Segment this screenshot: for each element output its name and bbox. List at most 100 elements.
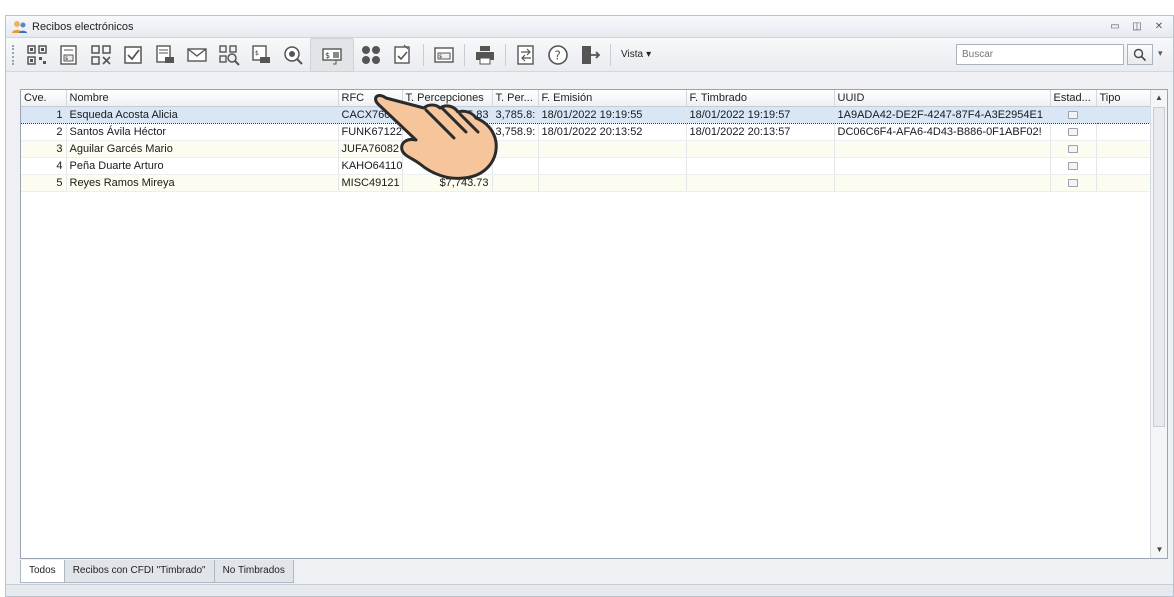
tab-no-timbrados[interactable]: No Timbrados bbox=[213, 560, 294, 583]
cell-t-percepciones: $3,758.92 bbox=[402, 123, 493, 141]
qr-search-button[interactable] bbox=[216, 42, 242, 68]
cash-button[interactable]: $ bbox=[431, 42, 457, 68]
pending-icon bbox=[1068, 144, 1078, 153]
cell-t-per: 3,785.8: bbox=[492, 105, 539, 124]
group-button[interactable] bbox=[358, 42, 384, 68]
preview-button[interactable] bbox=[280, 42, 306, 68]
cash-icon: $ bbox=[434, 46, 454, 63]
column-header-f-emision[interactable]: F. Emisión bbox=[538, 90, 687, 107]
transfer-button[interactable] bbox=[513, 42, 539, 68]
search-button[interactable] bbox=[1127, 44, 1153, 65]
print-receipt-icon bbox=[156, 44, 174, 63]
table-row[interactable]: 3 Aguilar Garcés Mario JUFA76082 bbox=[21, 140, 1152, 158]
cell-tipo bbox=[1096, 140, 1152, 158]
restore-button[interactable]: ◫ bbox=[1129, 20, 1145, 34]
print-button[interactable] bbox=[472, 42, 498, 68]
cell-tipo bbox=[1096, 174, 1152, 192]
cell-nombre: Esqueda Acosta Alicia bbox=[66, 105, 339, 124]
column-header-uuid[interactable]: UUID bbox=[834, 90, 1051, 107]
transfer-icon bbox=[517, 44, 534, 65]
column-header-estado[interactable]: Estad... bbox=[1050, 90, 1097, 107]
qr-code-icon bbox=[27, 44, 47, 65]
cell-cve: 5 bbox=[21, 174, 67, 192]
cell-tipo bbox=[1096, 157, 1152, 175]
verify-button[interactable] bbox=[120, 42, 146, 68]
qr-cancel-button[interactable] bbox=[88, 42, 114, 68]
pending-icon bbox=[1068, 178, 1078, 187]
svg-text:$: $ bbox=[65, 56, 68, 62]
cell-t-per: 3,758.9: bbox=[492, 123, 539, 141]
print-receipt-button[interactable] bbox=[152, 42, 178, 68]
table-row[interactable]: 4 Peña Duarte Arturo KAHO64110 32 bbox=[21, 157, 1152, 175]
export-check-button[interactable] bbox=[390, 42, 416, 68]
toolbar-separator bbox=[423, 43, 424, 66]
column-header-f-timbrado[interactable]: F. Timbrado bbox=[686, 90, 835, 107]
group-dots-icon bbox=[362, 45, 380, 64]
toolbar-overflow-icon[interactable]: ▾ bbox=[1158, 48, 1163, 59]
stamp-receipt-button[interactable]: $ bbox=[310, 37, 354, 72]
cell-f-emision bbox=[538, 174, 687, 192]
vertical-scrollbar[interactable]: ▲ ▼ bbox=[1150, 90, 1167, 558]
view-menu-label: Vista bbox=[621, 49, 644, 60]
cell-nombre: Aguilar Garcés Mario bbox=[66, 140, 339, 158]
column-header-t-per[interactable]: T. Per... bbox=[492, 90, 539, 107]
table-row[interactable]: 5 Reyes Ramos Mireya MISC49121 $7,743.73 bbox=[21, 174, 1152, 192]
email-button[interactable] bbox=[184, 42, 210, 68]
column-header-nombre[interactable]: Nombre bbox=[66, 90, 339, 107]
receipts-grid: Cve. Nombre RFC T. Percepciones T. Per..… bbox=[20, 89, 1168, 559]
filter-tabs: Todos Recibos con CFDI "Timbrado" No Tim… bbox=[20, 560, 294, 584]
cell-estado bbox=[1050, 157, 1097, 175]
pending-icon bbox=[1068, 161, 1078, 170]
toolbar-grip[interactable] bbox=[12, 44, 15, 65]
cell-f-emision: 18/01/2022 20:13:52 bbox=[538, 123, 687, 141]
cell-rfc: JUFA76082 bbox=[338, 140, 403, 158]
scroll-up-icon[interactable]: ▲ bbox=[1151, 90, 1167, 106]
cell-cve: 1 bbox=[21, 105, 67, 124]
help-icon: ? bbox=[548, 44, 568, 65]
minimize-button[interactable]: ▭ bbox=[1107, 20, 1123, 34]
cell-t-percepciones: 32 bbox=[402, 157, 493, 175]
scroll-thumb[interactable] bbox=[1153, 107, 1165, 427]
close-button[interactable]: ✕ bbox=[1151, 20, 1167, 34]
tab-timbrados[interactable]: Recibos con CFDI "Timbrado" bbox=[63, 560, 215, 583]
cell-f-timbrado: 18/01/2022 20:13:57 bbox=[686, 123, 835, 141]
exit-button[interactable] bbox=[577, 42, 603, 68]
cell-t-percepciones bbox=[402, 140, 493, 158]
svg-text:$: $ bbox=[255, 50, 259, 57]
cell-rfc: KAHO64110 bbox=[338, 157, 403, 175]
table-row[interactable]: 2 Santos Ávila Héctor FUNK67122 $3,758.9… bbox=[21, 123, 1152, 141]
print-money-icon: $ bbox=[252, 44, 270, 63]
cell-f-emision bbox=[538, 140, 687, 158]
receipt-money-button[interactable]: $ bbox=[56, 42, 82, 68]
cell-uuid: 1A9ADA42-DE2F-4247-87F4-A3E2954E1 bbox=[834, 105, 1051, 124]
users-app-icon bbox=[12, 20, 28, 34]
column-header-t-percepciones[interactable]: T. Percepciones bbox=[402, 90, 493, 107]
cell-estado bbox=[1050, 140, 1097, 158]
cell-uuid: DC06C6F4-AFA6-4D43-B886-0F1ABF02! bbox=[834, 123, 1051, 141]
help-button[interactable]: ? bbox=[545, 42, 571, 68]
cell-t-per bbox=[492, 157, 539, 175]
view-menu[interactable]: Vista ▾ bbox=[621, 49, 651, 60]
table-row[interactable]: 1 Esqueda Acosta Alicia CACX7605 $3,785.… bbox=[21, 105, 1152, 124]
column-header-cve[interactable]: Cve. bbox=[21, 90, 67, 107]
search-input[interactable] bbox=[956, 44, 1124, 65]
receipts-table: Cve. Nombre RFC T. Percepciones T. Per..… bbox=[21, 90, 1152, 192]
cell-nombre: Reyes Ramos Mireya bbox=[66, 174, 339, 192]
cell-t-per bbox=[492, 174, 539, 192]
cell-estado bbox=[1050, 123, 1097, 141]
toolbar-separator bbox=[505, 43, 506, 66]
stamped-icon bbox=[1068, 110, 1078, 119]
status-bar bbox=[6, 584, 1173, 596]
column-header-rfc[interactable]: RFC bbox=[338, 90, 403, 107]
cell-rfc: FUNK67122 bbox=[338, 123, 403, 141]
scroll-down-icon[interactable]: ▼ bbox=[1151, 542, 1168, 558]
cell-f-timbrado bbox=[686, 174, 835, 192]
cell-f-timbrado bbox=[686, 157, 835, 175]
cell-f-emision: 18/01/2022 19:19:55 bbox=[538, 105, 687, 124]
print-money-button[interactable]: $ bbox=[248, 42, 274, 68]
tab-todos[interactable]: Todos bbox=[20, 560, 65, 583]
column-header-tipo[interactable]: Tipo bbox=[1096, 90, 1152, 107]
cell-uuid bbox=[834, 157, 1051, 175]
qr-code-button[interactable] bbox=[24, 42, 50, 68]
qr-cancel-icon bbox=[91, 44, 111, 65]
